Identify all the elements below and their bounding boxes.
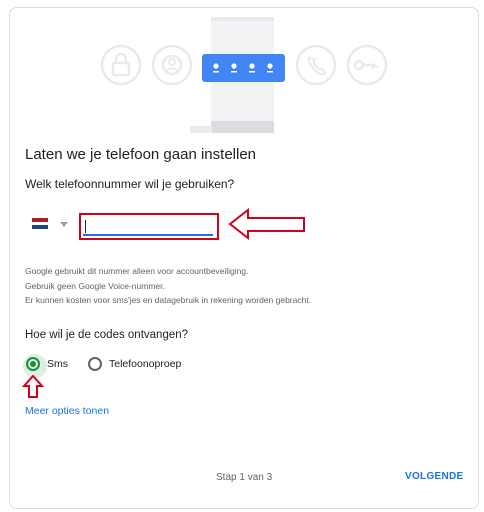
page-title: Laten we je telefoon gaan instellen bbox=[25, 146, 257, 163]
info-line: Gebruik geen Google Voice-nummer. bbox=[25, 280, 165, 291]
key-icon bbox=[346, 44, 388, 86]
radio-unselected[interactable] bbox=[88, 357, 102, 371]
codes-question: Hoe wil je de codes ontvangen? bbox=[25, 329, 189, 341]
text-cursor bbox=[85, 220, 86, 233]
netherlands-flag-icon bbox=[32, 218, 48, 229]
more-options-link[interactable]: Meer opties tonen bbox=[25, 405, 109, 417]
password-dots-icon bbox=[202, 54, 285, 82]
info-line: Google gebruikt dit nummer alleen voor a… bbox=[25, 266, 249, 276]
step-indicator: Stap 1 van 3 bbox=[216, 472, 273, 483]
radio-label-sms: Sms bbox=[47, 358, 68, 370]
up-arrow-annotation-icon bbox=[22, 375, 44, 398]
radio-option-call[interactable]: Telefoonoproep bbox=[88, 356, 181, 372]
hero-illustration bbox=[100, 17, 388, 133]
phone-call-icon bbox=[295, 44, 337, 86]
info-line: Er kunnen kosten voor sms'jes en datageb… bbox=[25, 295, 312, 305]
phone-number-input[interactable] bbox=[83, 218, 213, 236]
next-button[interactable]: VOLGENDE bbox=[401, 468, 468, 485]
radio-option-sms[interactable]: Sms bbox=[23, 354, 68, 378]
account-icon bbox=[151, 44, 193, 86]
country-selector[interactable] bbox=[32, 217, 82, 233]
lock-icon bbox=[100, 44, 142, 86]
left-arrow-annotation-icon bbox=[228, 207, 305, 241]
chevron-down-icon bbox=[60, 222, 68, 227]
phone-field-highlight bbox=[79, 213, 219, 240]
phone-info-text: Google gebruikt dit nummer alleen voor a… bbox=[25, 264, 311, 308]
phone-question: Welk telefoonnummer wil je gebruiken? bbox=[25, 177, 235, 191]
radio-label-call: Telefoonoproep bbox=[109, 358, 182, 370]
radio-selected[interactable] bbox=[23, 354, 47, 378]
